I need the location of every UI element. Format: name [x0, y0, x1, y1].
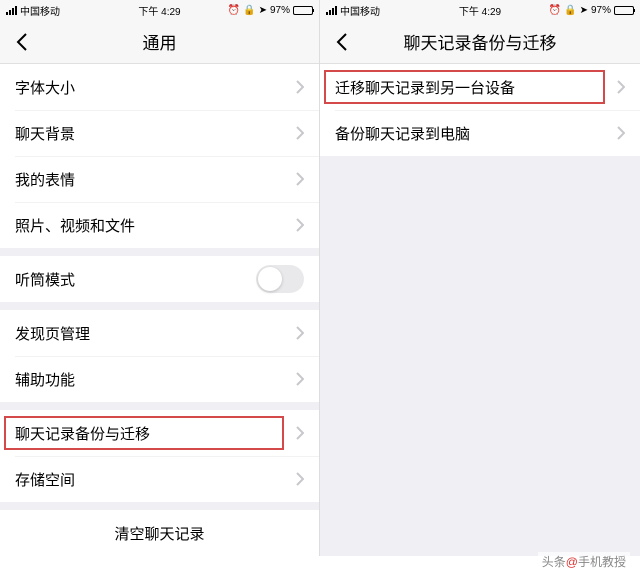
settings-row[interactable]: 字体大小 [0, 64, 319, 110]
nav-bar: 通用 [0, 20, 319, 64]
location-icon: ➤ [580, 5, 588, 16]
row-label: 辅助功能 [15, 369, 75, 390]
row-label: 迁移聊天记录到另一台设备 [335, 77, 515, 98]
chevron-right-icon [296, 126, 304, 140]
alarm-icon: ⏰ [549, 5, 561, 16]
row-label: 聊天背景 [15, 123, 75, 144]
chevron-right-icon [617, 80, 625, 94]
phone-left: 中国移动 下午 4:29 ⏰ 🔒 ➤ 97% 通用 字体大小 聊天背景 我的表 [0, 0, 320, 556]
settings-row[interactable]: 我的表情 [0, 156, 319, 202]
battery-icon [614, 6, 634, 15]
chevron-right-icon [296, 80, 304, 94]
chevron-right-icon [296, 372, 304, 386]
lock-icon: 🔒 [564, 5, 576, 16]
chevron-right-icon [296, 326, 304, 340]
settings-row[interactable]: 辅助功能 [0, 356, 319, 402]
row-label: 字体大小 [15, 77, 75, 98]
row-label: 聊天记录备份与迁移 [15, 423, 150, 444]
battery-pct: 97% [270, 5, 290, 16]
row-label: 我的表情 [15, 169, 75, 190]
chevron-right-icon [617, 126, 625, 140]
alarm-icon: ⏰ [228, 5, 240, 16]
status-bar: 中国移动 下午 4:29 ⏰ 🔒 ➤ 97% [0, 0, 319, 20]
battery-pct: 97% [591, 5, 611, 16]
phone-right: 中国移动 下午 4:29 ⏰ 🔒 ➤ 97% 聊天记录备份与迁移 迁移聊天记录到… [320, 0, 640, 556]
lock-icon: 🔒 [243, 5, 255, 16]
backup-list: 迁移聊天记录到另一台设备 备份聊天记录到电脑 [320, 64, 640, 556]
chevron-right-icon [296, 218, 304, 232]
status-time: 下午 4:29 [138, 3, 180, 18]
settings-row[interactable]: 存储空间 [0, 456, 319, 502]
chevron-right-icon [296, 426, 304, 440]
row-label: 发现页管理 [15, 323, 90, 344]
settings-row[interactable]: 聊天记录备份与迁移 [0, 410, 319, 456]
nav-bar: 聊天记录备份与迁移 [320, 20, 640, 64]
clear-history-button[interactable]: 清空聊天记录 [0, 510, 319, 556]
carrier-label: 中国移动 [20, 3, 60, 18]
settings-row[interactable]: 听筒模式 [0, 256, 319, 302]
back-button[interactable] [330, 30, 354, 54]
row-label: 听筒模式 [15, 269, 75, 290]
settings-list: 字体大小 聊天背景 我的表情 照片、视频和文件 听筒模式 发现页管理 辅助功能 … [0, 64, 319, 556]
settings-row[interactable]: 迁移聊天记录到另一台设备 [320, 64, 640, 110]
chevron-right-icon [296, 472, 304, 486]
back-button[interactable] [10, 30, 34, 54]
location-icon: ➤ [259, 5, 267, 16]
status-time: 下午 4:29 [459, 3, 501, 18]
signal-icon [326, 6, 337, 15]
page-title: 通用 [143, 29, 177, 54]
row-label: 备份聊天记录到电脑 [335, 123, 470, 144]
row-label: 照片、视频和文件 [15, 215, 135, 236]
toggle-switch[interactable] [256, 265, 304, 293]
settings-row[interactable]: 备份聊天记录到电脑 [320, 110, 640, 156]
status-bar: 中国移动 下午 4:29 ⏰ 🔒 ➤ 97% [320, 0, 640, 20]
settings-row[interactable]: 聊天背景 [0, 110, 319, 156]
watermark: 头条@手机教授 [538, 552, 630, 571]
battery-icon [293, 6, 313, 15]
page-title: 聊天记录备份与迁移 [404, 29, 557, 54]
settings-row[interactable]: 照片、视频和文件 [0, 202, 319, 248]
settings-row[interactable]: 发现页管理 [0, 310, 319, 356]
signal-icon [6, 6, 17, 15]
carrier-label: 中国移动 [340, 3, 380, 18]
row-label: 存储空间 [15, 469, 75, 490]
chevron-right-icon [296, 172, 304, 186]
